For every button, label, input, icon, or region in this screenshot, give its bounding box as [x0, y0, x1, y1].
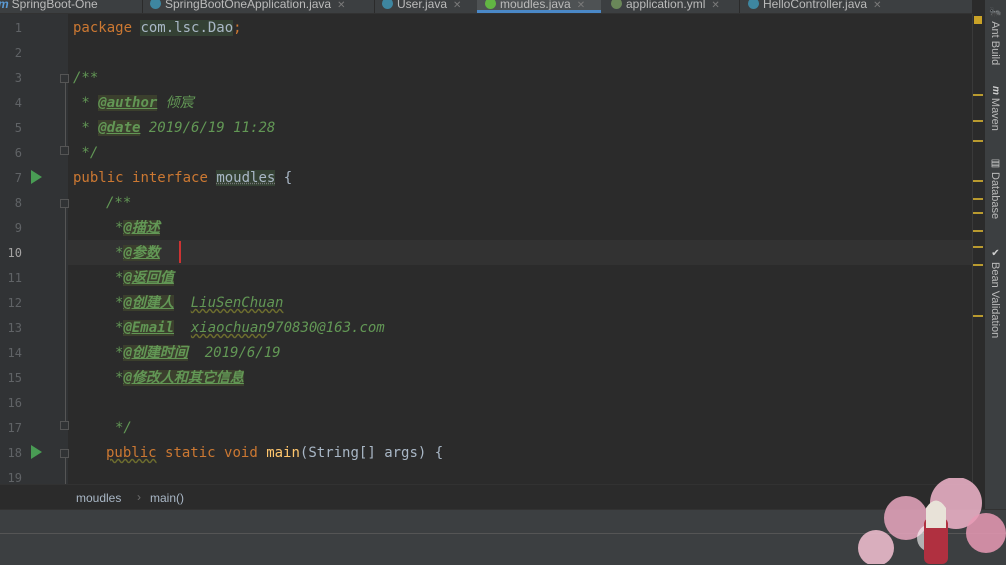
class-icon [748, 0, 759, 9]
decorative-anime-image [846, 478, 1006, 564]
line-number: 17 [7, 421, 22, 435]
maven-module-icon: m [0, 0, 9, 11]
close-icon[interactable]: ✕ [577, 0, 585, 11]
editor-tab-bar: mSpringBoot-One SpringBootOneApplication… [0, 0, 972, 14]
code-line-8: /** [106, 195, 132, 211]
line-number: 7 [14, 171, 22, 185]
line-number: 11 [7, 271, 22, 285]
run-gutter-icon[interactable] [31, 445, 42, 459]
fold-icon[interactable] [60, 199, 69, 208]
class-icon [382, 0, 393, 9]
line-number: 6 [14, 146, 22, 160]
line-number: 12 [7, 296, 22, 310]
right-tool-strip: 🐜Ant Build mMaven ▤Database ✔Bean Valida… [984, 0, 1006, 509]
close-icon[interactable]: ✕ [453, 0, 461, 11]
tool-bean-validation[interactable]: ✔Bean Validation [989, 248, 1001, 338]
maven-icon: m [990, 86, 1001, 95]
code-line-9: *@描述 [115, 220, 160, 236]
fold-icon[interactable] [60, 146, 69, 155]
spring-class-icon [150, 0, 161, 9]
current-line-number: 10 [7, 246, 22, 260]
chevron-right-icon: › [137, 490, 141, 504]
tab-hellocontroller-java[interactable]: HelloController.java ✕ [748, 0, 881, 13]
fold-icon[interactable] [60, 74, 69, 83]
breadcrumb-item-main[interactable]: main() [150, 491, 184, 505]
line-number: 16 [7, 396, 22, 410]
code-line-12: *@创建人 LiuSenChuan [115, 295, 284, 311]
spring-config-icon [611, 0, 622, 9]
tool-ant-build[interactable]: 🐜Ant Build [989, 6, 1001, 65]
line-number: 14 [7, 346, 22, 360]
close-icon[interactable]: ✕ [873, 0, 881, 11]
bean-validation-icon: ✔ [990, 248, 1001, 259]
tool-maven[interactable]: mMaven [989, 86, 1001, 131]
run-gutter-icon[interactable] [31, 170, 42, 184]
code-line-5: * @date 2019/6/19 11:28 [73, 120, 276, 136]
code-line-14: *@创建时间 2019/6/19 [115, 345, 281, 361]
line-number: 1 [14, 21, 22, 35]
tab-springboot-one[interactable]: mSpringBoot-One [0, 0, 98, 13]
code-line-11: *@返回值 [115, 270, 174, 286]
line-number: 2 [14, 46, 22, 60]
code-line-6: */ [73, 145, 99, 161]
code-line-1: package com.lsc.Dao; [73, 20, 242, 36]
code-line-17: */ [115, 420, 132, 436]
line-number: 3 [14, 71, 22, 85]
tab-springbootoneapplication[interactable]: SpringBootOneApplication.java ✕ [150, 0, 346, 13]
line-number: 9 [14, 221, 22, 235]
code-line-10: *@参数 [115, 245, 160, 261]
editor-gutter: 1 2 3 4 5 6 7 8 9 10 11 12 13 14 15 16 1… [0, 14, 69, 485]
interface-icon [485, 0, 496, 9]
fold-icon[interactable] [60, 421, 69, 430]
line-number: 8 [14, 196, 22, 210]
code-line-15: *@修改人和其它信息 [115, 370, 244, 386]
close-icon[interactable]: ✕ [711, 0, 719, 11]
database-icon: ▤ [990, 158, 1001, 169]
line-number: 18 [7, 446, 22, 460]
tab-application-yml[interactable]: application.yml ✕ [611, 0, 720, 13]
line-number: 4 [14, 96, 22, 110]
text-caret [179, 241, 181, 263]
line-number: 5 [14, 121, 22, 135]
code-line-3: /** [73, 70, 99, 86]
code-line-13: *@Email xiaochuan970830@163.com [115, 320, 385, 336]
ant-icon: 🐜 [990, 6, 1001, 19]
tab-moudles-java[interactable]: moudles.java ✕ [477, 0, 601, 13]
line-number: 15 [7, 371, 22, 385]
code-line-7: public interface moudles { [73, 170, 293, 186]
close-icon[interactable]: ✕ [337, 0, 345, 11]
line-number: 13 [7, 321, 22, 335]
tool-database[interactable]: ▤Database [989, 158, 1001, 219]
fold-icon[interactable] [60, 449, 69, 458]
current-line-highlight [68, 240, 972, 265]
inspection-status-icon[interactable] [974, 16, 982, 24]
code-line-18: public static void main(String[] args) { [106, 445, 444, 461]
code-line-4: * @author 倾宸 [73, 95, 194, 111]
breadcrumb-item-moudles[interactable]: moudles [76, 491, 121, 505]
tab-user-java[interactable]: User.java ✕ [382, 0, 461, 13]
breadcrumb: moudles › main() [0, 484, 972, 510]
